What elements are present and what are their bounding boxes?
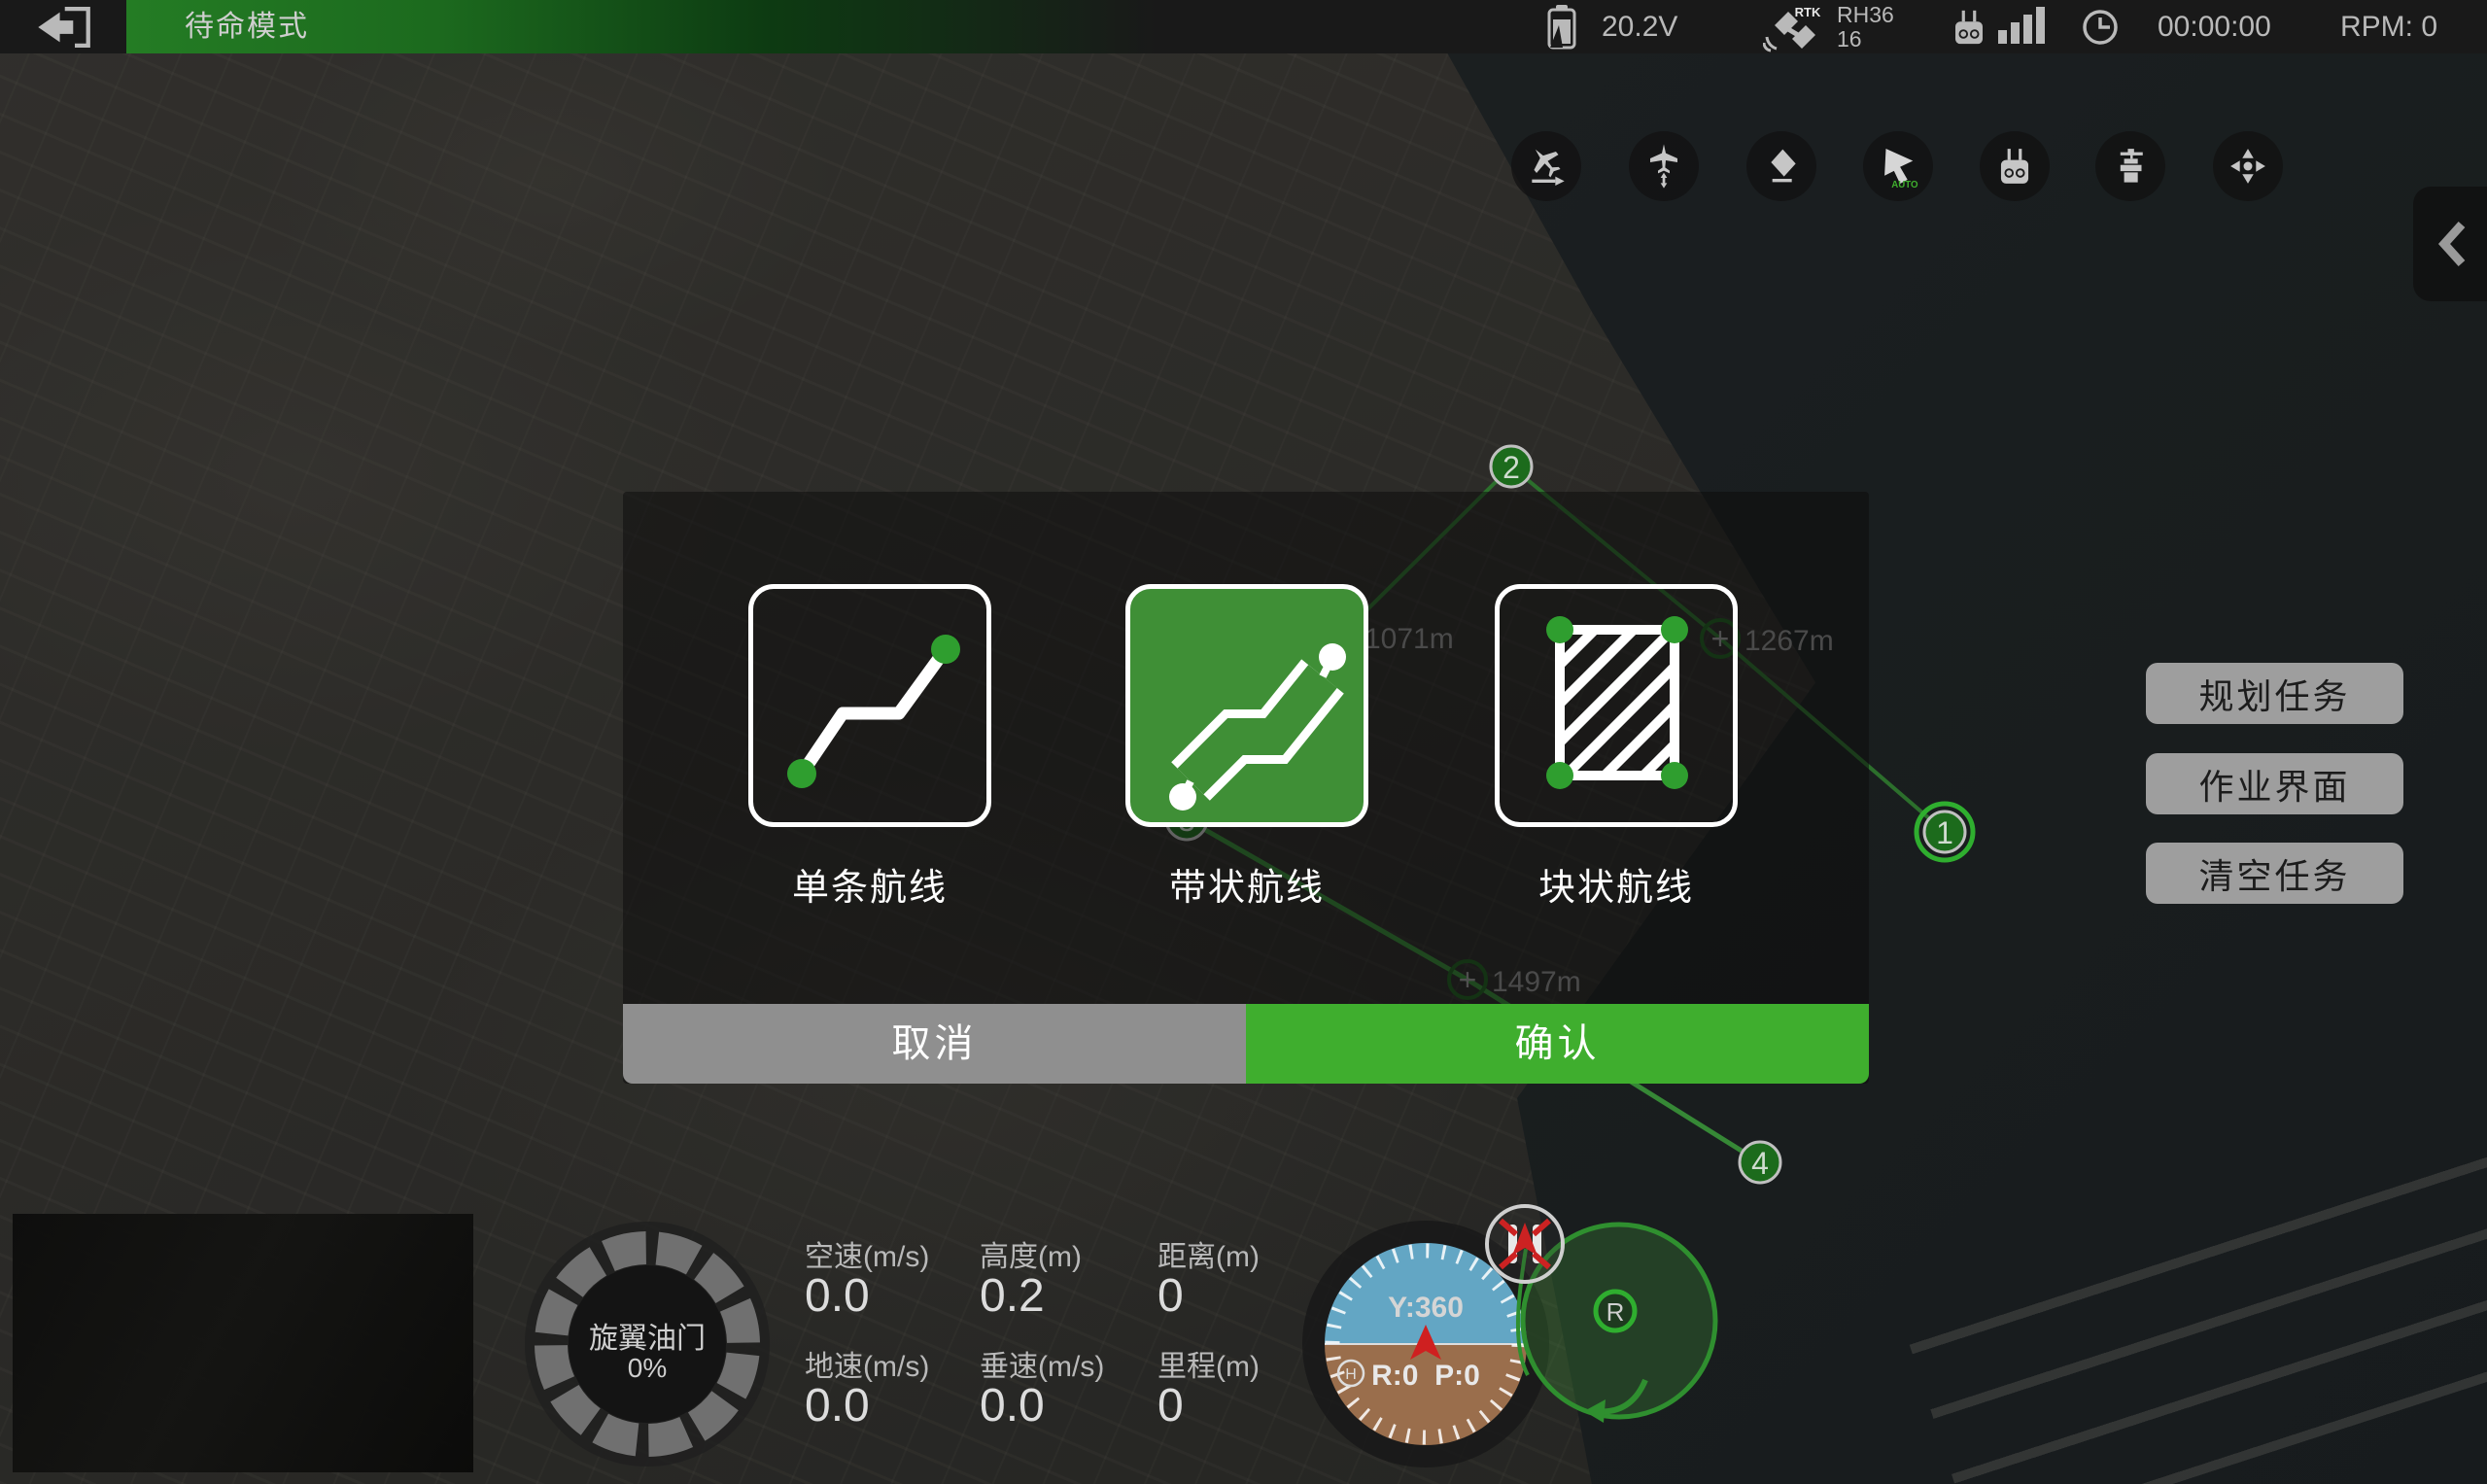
- yaw-readout: Y:360: [1388, 1292, 1464, 1324]
- airspeed-value: 0.0: [805, 1269, 870, 1323]
- waypoint-number: 4: [1751, 1146, 1769, 1181]
- throttle-label: 旋翼油门: [521, 1314, 774, 1357]
- remote-controller-icon: [1992, 144, 2037, 189]
- block-route-label: 块状航线: [1495, 857, 1738, 911]
- throttle-value: 0%: [521, 1353, 774, 1384]
- rtk-status-text: RH36 16: [1837, 3, 1894, 52]
- camera-feed-panel[interactable]: [13, 1214, 473, 1472]
- plane-horizontal-icon: [1523, 143, 1570, 190]
- remote-controller-icon: [1947, 7, 1991, 48]
- plan-mission-button[interactable]: 规划任务: [2146, 663, 2403, 724]
- altitude-value: 0.2: [980, 1269, 1045, 1323]
- option-strip-route[interactable]: [1125, 584, 1368, 827]
- confirm-button[interactable]: 确认: [1246, 1004, 1869, 1084]
- rtk-station-id: RH36: [1837, 3, 1894, 27]
- clock-icon: [2082, 9, 2119, 46]
- plan-mission-label: 规划任务: [2198, 669, 2350, 719]
- clear-mission-label: 清空任务: [2198, 848, 2350, 899]
- flight-mode-banner: 待命模式: [126, 0, 1157, 53]
- dpad-icon: [2226, 144, 2270, 189]
- plane-vertical-icon: [1641, 143, 1687, 190]
- auto-label: AUTO: [1891, 180, 1918, 190]
- rtk-badge: RTK: [1795, 5, 1821, 19]
- base-station-button[interactable]: [2095, 131, 2165, 201]
- back-button[interactable]: [0, 0, 126, 53]
- option-block-route[interactable]: [1495, 584, 1738, 827]
- waypoint-number: 1: [1936, 815, 1953, 850]
- status-bar: 待命模式 20.2V RTK RH36 16: [0, 0, 2487, 53]
- battery-icon: [1547, 5, 1576, 50]
- base-station-icon: [2108, 144, 2153, 189]
- groundspeed-value: 0.0: [805, 1379, 870, 1432]
- drone-position-marker[interactable]: [1487, 1206, 1563, 1282]
- strip-route-icon: [1130, 589, 1364, 822]
- waypoint-4-marker[interactable]: 4: [1740, 1142, 1780, 1183]
- signal-strength-icon: [1998, 0, 2049, 53]
- work-interface-label: 作业界面: [2198, 759, 2350, 810]
- home-point-letter: H: [1345, 1366, 1357, 1383]
- single-route-icon: [753, 589, 986, 822]
- auto-cursor-icon: AUTO: [1874, 142, 1922, 190]
- single-route-label: 单条航线: [748, 857, 991, 911]
- eraser-button[interactable]: [1746, 131, 1816, 201]
- flight-timer: 00:00:00: [2158, 0, 2271, 53]
- option-single-route[interactable]: [748, 584, 991, 827]
- clear-mission-button[interactable]: 清空任务: [2146, 843, 2403, 904]
- cancel-label: 取消: [892, 1022, 978, 1065]
- eraser-icon: [1758, 143, 1805, 190]
- route-type-dialog: 单条航线 带状航线 块状航线 取消 确认: [623, 492, 1869, 1084]
- mileage-value: 0: [1157, 1379, 1184, 1432]
- strip-route-label: 带状航线: [1125, 857, 1368, 911]
- vertspeed-value: 0.0: [980, 1379, 1045, 1432]
- route-plane-horizontal-button[interactable]: [1511, 131, 1581, 201]
- rpm-readout: RPM: 0: [2340, 0, 2437, 53]
- route-plane-vertical-button[interactable]: [1629, 131, 1699, 201]
- app-window: 旋翼油门 0% 空速(m/s) 0.0 高度(m) 0.2 距离(m) 0 地速…: [0, 0, 2487, 1484]
- satellite-count: 16: [1837, 27, 1894, 52]
- block-route-icon: [1500, 589, 1733, 822]
- flight-mode-label: 待命模式: [185, 0, 309, 53]
- remote-controller-button[interactable]: [1980, 131, 2050, 201]
- cancel-button[interactable]: 取消: [623, 1004, 1246, 1084]
- confirm-label: 确认: [1515, 1022, 1601, 1065]
- battery-voltage: 20.2V: [1602, 0, 1677, 53]
- roll-pitch-readout: R:0 P:0: [1371, 1360, 1480, 1392]
- collapse-panel-tab[interactable]: [2413, 187, 2487, 301]
- distance-value: 0: [1157, 1269, 1184, 1323]
- rtk-satellite-icon: RTK: [1763, 4, 1825, 52]
- auto-navigate-button[interactable]: AUTO: [1863, 131, 1933, 201]
- chevron-left-icon: [2435, 219, 2470, 269]
- waypoint-2-marker[interactable]: 2: [1491, 446, 1532, 487]
- waypoint-number: 2: [1503, 450, 1520, 485]
- pan-map-button[interactable]: [2213, 131, 2283, 201]
- exit-icon: [31, 4, 95, 51]
- waypoint-1-marker-selected[interactable]: 1: [1917, 804, 1973, 860]
- work-interface-button[interactable]: 作业界面: [2146, 753, 2403, 814]
